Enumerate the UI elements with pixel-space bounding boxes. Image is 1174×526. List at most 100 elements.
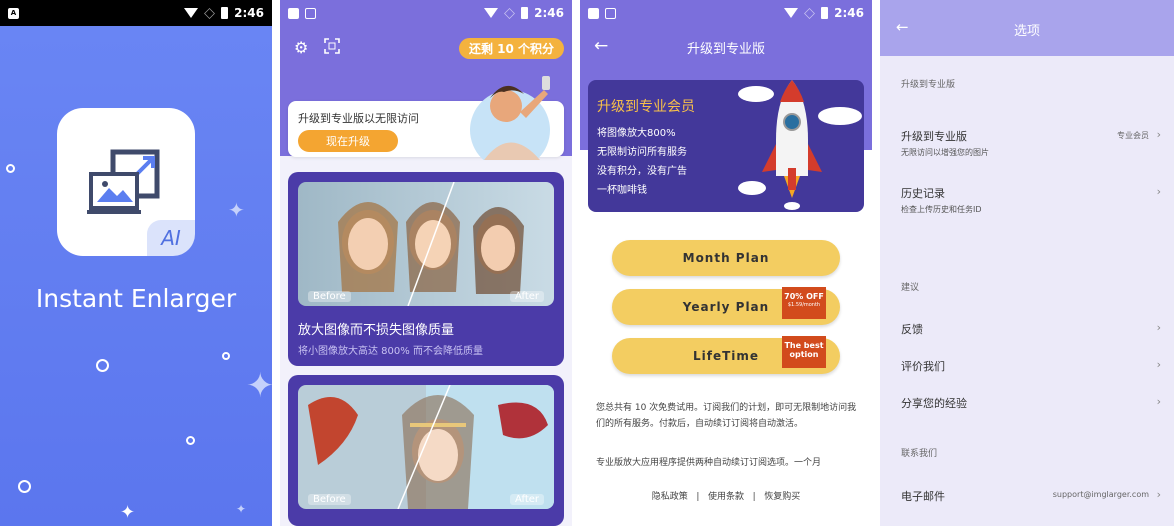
chevron-right-icon: › [1156,128,1161,141]
sparkle-icon: ✦ [236,502,247,516]
sparkle-icon: ✦ [246,366,272,406]
status-bar: A 2:46 [0,0,272,26]
signal-icon [204,7,216,19]
illustration [470,76,550,160]
discount-ribbon: 70% OFF $1.59/month [782,287,826,319]
signal-icon [504,7,516,19]
splash-screen: A 2:46 AI Instant Enlarger ✦ ✦ ✦ ✦ [0,0,272,526]
battery-icon [221,7,229,19]
feedback-row[interactable]: 反馈 › [901,321,1161,337]
signal-icon [804,7,816,19]
settings-icon[interactable]: ⚙ [294,38,312,57]
feature-item: 一杯咖啡钱 [597,185,647,196]
pro-title: 升级到专业会员 [597,99,695,115]
page-title: 选项 [1013,24,1040,39]
plan-label: Month Plan [682,251,770,265]
chevron-right-icon: › [1156,358,1161,371]
rate-us-row[interactable]: 评价我们 › [901,358,1161,374]
decor-dot [96,359,109,372]
restore-purchase-link[interactable]: 恢复购买 [764,492,800,502]
notification-icon: A [8,7,19,19]
status-bar: 2:46 [280,0,572,26]
before-label: Before [308,291,351,302]
email-row[interactable]: 电子邮件 support@imglarger.com › [901,488,1161,504]
feature-card[interactable]: Before After [288,375,564,526]
month-plan-button[interactable]: Month Plan [612,240,840,276]
row-label: 评价我们 [901,360,945,373]
decor-dot [6,164,15,173]
lifetime-plan-button[interactable]: LifeTime The best option [612,336,840,374]
best-option-ribbon: The best option [782,336,826,368]
ribbon-text: 70% OFF [784,292,824,301]
wifi-icon [184,8,199,18]
row-label: 反馈 [901,323,923,336]
credits-badge[interactable]: 还剩 10 个积分 [458,38,564,59]
pro-benefits-card: 升级到专业会员 将图像放大800% 无限制访问所有服务 没有积分，没有广告 一杯… [588,80,864,212]
ribbon-text: The best option [784,341,824,359]
chevron-right-icon: › [1156,395,1161,408]
feature-image: Before After [298,182,554,306]
sparkle-icon: ✦ [228,198,245,222]
rocket-icon [738,80,862,210]
feature-item: 将图像放大800% [597,128,676,139]
ribbon-subtext: $1.59/month [787,302,821,308]
feature-item: 无限制访问所有服务 [597,147,687,158]
privacy-link[interactable]: 隐私政策 [652,492,688,502]
section-header: 建议 [901,283,920,293]
decor-dot [18,480,31,493]
clock: 2:46 [534,6,564,20]
subscription-description: 您总共有 10 次免费试用。订阅我们的计划，即可无限制地访问我们的所有服务。付款… [596,403,857,429]
feature-item: 没有积分，没有广告 [597,166,687,177]
sparkle-icon: ✦ [120,502,136,523]
feature-image: Before After [298,385,554,509]
row-label: 分享您的经验 [901,397,967,410]
plan-label: Yearly Plan [682,300,770,314]
clock: 2:46 [834,6,864,20]
chevron-right-icon: › [1156,488,1161,501]
row-value: 专业会员 [1117,131,1149,140]
scan-icon[interactable] [324,38,342,56]
options-header: ← 选项 [880,0,1174,56]
feature-card[interactable]: Before After 放大图像而不损失图像质量 将小图像放大高达 800% … [288,172,564,366]
row-sublabel: 检查上传历史和任务ID [901,205,982,214]
section-header: 联系我们 [901,449,938,459]
after-label: After [509,494,544,505]
yearly-plan-button[interactable]: Yearly Plan 70% OFF $1.59/month [612,287,840,325]
wifi-icon [784,8,799,18]
notification-icon [305,7,316,19]
home-screen: 2:46 ⚙ 还剩 10 个积分 升级到专业版以无限访问 现在升级 Before… [280,0,572,526]
card-title: 放大图像而不损失图像质量 [298,323,455,338]
row-sublabel: 无限访问以增强您的图片 [901,148,989,157]
row-label: 历史记录 [901,187,945,200]
app-notification-icon [588,7,599,19]
promo-text: 升级到专业版以无限访问 [298,112,419,125]
notification-icon [605,7,616,19]
app-notification-icon [288,7,299,19]
upgrade-pro-row[interactable]: 升级到专业版 无限访问以增强您的图片 专业会员 › [901,128,1161,158]
plan-label: LifeTime [692,349,760,363]
card-subtitle: 将小图像放大高达 800% 而不会降低质量 [298,346,483,357]
terms-link[interactable]: 使用条款 [708,492,744,502]
battery-icon [821,7,829,19]
row-value: support@imglarger.com [1052,490,1149,499]
upgrade-now-button[interactable]: 现在升级 [298,130,398,152]
app-icon: AI [57,108,195,256]
decor-dot [222,352,230,360]
page-title: 升级到专业版 [686,42,765,57]
share-experience-row[interactable]: 分享您的经验 › [901,395,1161,411]
chevron-right-icon: › [1156,321,1161,334]
wifi-icon [484,8,499,18]
separator: | [690,492,706,502]
home-header: 2:46 ⚙ 还剩 10 个积分 升级到专业版以无限访问 现在升级 [280,0,572,160]
upgrade-screen: 2:46 ← 升级到专业版 升级到专业会员 将图像放大800% 无限制访问所有服… [580,0,872,526]
footer-links: 隐私政策 | 使用条款 | 恢复购买 [580,489,872,502]
battery-icon [521,7,529,19]
status-bar: 2:46 [580,0,872,26]
after-label: After [509,291,544,302]
subscription-description: 专业版放大应用程序提供两种自动续订订阅选项。一个月 [596,458,822,468]
app-name: Instant Enlarger [35,284,237,313]
history-row[interactable]: 历史记录 检查上传历史和任务ID › [901,185,1161,215]
separator: | [746,492,762,502]
section-header: 升级到专业版 [901,80,956,90]
decor-dot [186,436,195,445]
